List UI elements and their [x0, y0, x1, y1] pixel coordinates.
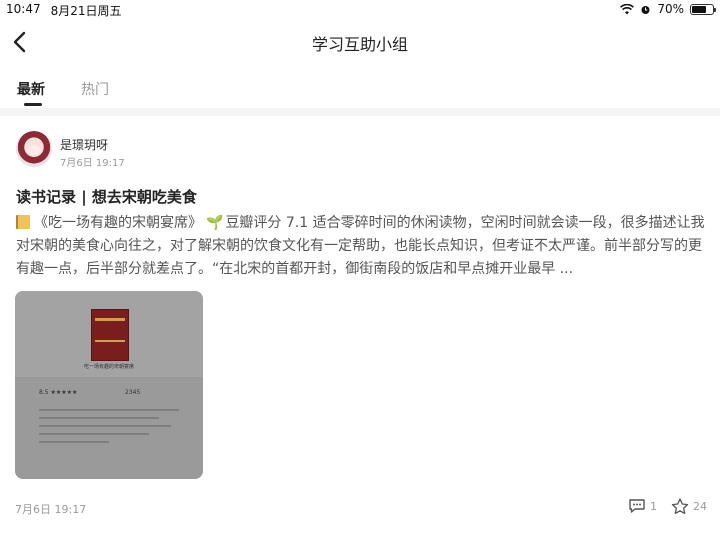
sprout-icon: 🌱	[206, 215, 224, 231]
post-book-name: 《吃一场有趣的宋朝宴席》	[34, 215, 202, 231]
post-username[interactable]: 是璟玥呀	[60, 136, 108, 153]
nav-bar: 学习互助小组	[0, 22, 720, 62]
book-caption: 吃一场有趣的宋朝宴席	[83, 364, 134, 370]
post-card[interactable]: 是璟玥呀 7月6日 19:17 读书记录 | 想去宋朝吃美食 《吃一场有趣的宋朝…	[0, 116, 720, 537]
comment-button[interactable]: 1	[628, 498, 657, 514]
like-button[interactable]: 24	[671, 498, 707, 515]
battery-percent: 70%	[657, 2, 684, 16]
battery-icon	[690, 3, 716, 15]
book-stats: 8.5 ★★★★★ 2345	[39, 389, 179, 396]
book-cover-image	[91, 309, 129, 361]
book-rating: 8.5 ★★★★★	[39, 389, 78, 396]
comment-count: 1	[650, 499, 657, 513]
like-count: 24	[693, 500, 707, 513]
tab-latest[interactable]: 最新	[17, 79, 45, 99]
tab-bar: 最新 热门	[0, 72, 720, 108]
post-image[interactable]: 吃一场有趣的宋朝宴席 8.5 ★★★★★ 2345	[15, 291, 203, 479]
post-footer-time: 7月6日 19:17	[15, 503, 87, 516]
tab-indicator	[24, 103, 42, 106]
wifi-icon	[620, 3, 635, 14]
status-bar: 10:47 8月21日周五 70%	[0, 0, 720, 20]
star-icon	[671, 498, 689, 515]
alarm-icon	[641, 5, 650, 14]
status-time: 10:47	[6, 2, 41, 16]
book-icon	[16, 215, 30, 229]
status-date: 8月21日周五	[50, 4, 122, 18]
avatar[interactable]	[16, 131, 52, 167]
page-title: 学习互助小组	[311, 35, 408, 54]
tab-popular[interactable]: 热门	[81, 79, 109, 99]
section-divider	[0, 108, 720, 116]
book-count: 2345	[125, 389, 141, 396]
post-title[interactable]: 读书记录 | 想去宋朝吃美食	[16, 186, 197, 207]
post-body[interactable]: 《吃一场有趣的宋朝宴席》 🌱 豆瓣评分 7.1 适合零碎时间的休闲读物，空闲时间就会…	[16, 212, 706, 281]
post-time: 7月6日 19:17	[60, 158, 125, 169]
comment-icon	[629, 499, 645, 513]
